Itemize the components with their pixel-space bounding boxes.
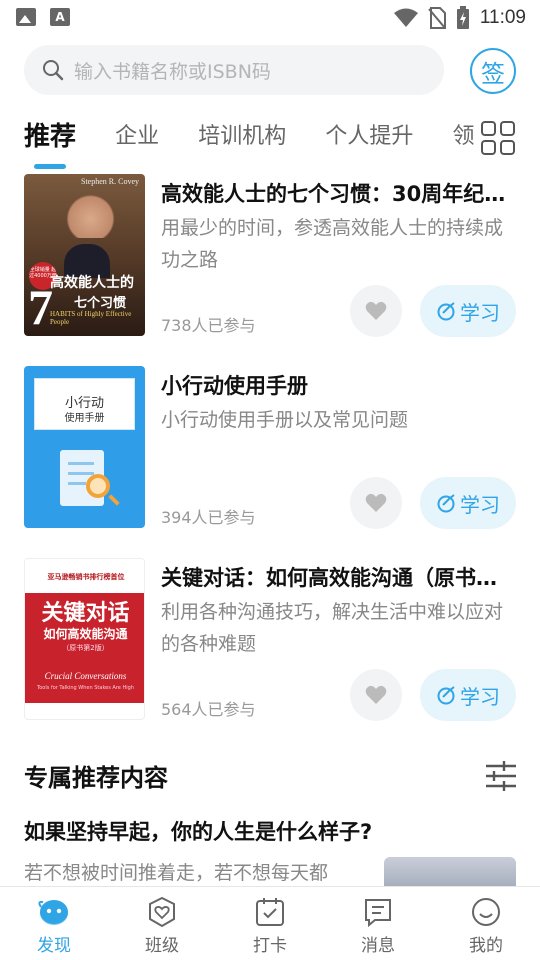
like-button[interactable] [350,669,402,721]
book-cover-7-habits[interactable]: Stephen R. Covey 全球销量 超过4000万册 7 高效能人士的 … [24,174,145,336]
course-title: 高效能人士的七个习惯：30周年纪念版 [161,182,516,206]
learn-icon [437,686,455,705]
course-title: 关键对话：如何高效能沟通（原书第2版） [161,566,516,590]
tab-indicator [34,164,66,169]
filter-sliders-icon [486,761,516,791]
nav-label: 我的 [469,936,503,956]
nav-label: 班级 [145,936,179,956]
tab-training[interactable]: 培训机构 [198,112,286,162]
like-button[interactable] [350,477,402,529]
nav-checkin[interactable]: 打卡 [216,887,324,960]
filter-button[interactable] [484,760,518,792]
category-tabs: 推荐 企业 培训机构 个人提升 领 [24,112,480,162]
app-notification-icon: A [50,8,70,26]
image-notification-icon [16,8,36,26]
book-cover-crucial-conversations[interactable]: 亚马逊畅销书排行榜首位 关键对话 如何高效能沟通 （原书第2版） Crucial… [24,558,145,720]
wifi-icon [393,8,418,27]
learn-button[interactable]: 学习 [420,477,516,529]
course-title: 小行动使用手册 [161,374,308,398]
search-icon [43,60,64,81]
tab-enterprise[interactable]: 企业 [115,112,159,162]
bottom-nav: 发现 班级 打卡 消息 我的 [0,886,540,960]
learn-icon [437,302,455,321]
course-participants: 564人已参与 [161,700,256,719]
course-participants: 394人已参与 [161,508,256,527]
learn-label: 学习 [460,684,500,709]
course-desc: 利用各种沟通技巧，解决生活中难以应对的各种难题 [161,601,504,655]
nav-message[interactable]: 消息 [324,887,432,960]
clock: 11:09 [479,7,526,28]
book-cover-action-manual[interactable]: 小行动 使用手册 [24,366,145,528]
nav-class[interactable]: 班级 [108,887,216,960]
nav-label: 消息 [361,936,395,956]
tab-more[interactable]: 领 [452,112,474,162]
article-title[interactable]: 如果坚持早起，你的人生是什么样子? [24,816,372,846]
course-item[interactable]: 亚马逊畅销书排行榜首位 关键对话 如何高效能沟通 （原书第2版） Crucial… [24,558,516,721]
course-desc: 用最少的时间，参透高效能人士的持续成功之路 [161,217,504,271]
status-bar: A 11:09 [0,0,540,36]
battery-charging-icon [456,6,469,29]
learn-label: 学习 [460,492,500,517]
tab-recommend[interactable]: 推荐 [24,112,76,162]
nav-profile[interactable]: 我的 [432,887,540,960]
search-input[interactable]: 输入书籍名称或ISBN码 [24,45,444,95]
nav-label: 打卡 [253,936,287,956]
course-item[interactable]: Stephen R. Covey 全球销量 超过4000万册 7 高效能人士的 … [24,174,516,337]
course-participants: 738人已参与 [161,316,256,335]
discover-icon [38,900,68,925]
profile-icon [472,898,500,926]
course-desc: 小行动使用手册以及常见问题 [161,409,409,431]
course-item[interactable]: 小行动 使用手册 小行动使用手册 小行动使用手册以及常见问题 394人已参与 学… [24,366,516,529]
heart-icon [365,685,387,704]
class-icon [149,896,175,928]
grid-icon [481,121,515,155]
tab-personal[interactable]: 个人提升 [325,112,413,162]
nav-discover[interactable]: 发现 [0,887,108,960]
checkin-icon [256,898,284,926]
search-placeholder: 输入书籍名称或ISBN码 [74,60,271,83]
article-desc: 若不想被时间推着走，若不想每天都 [24,862,329,884]
section-title: 专属推荐内容 [24,764,168,792]
heart-icon [365,301,387,320]
learn-icon [437,494,455,513]
no-sim-icon [428,7,446,29]
learn-label: 学习 [460,300,500,325]
sign-in-button[interactable]: 签 [470,48,516,94]
nav-label: 发现 [37,936,71,956]
learn-button[interactable]: 学习 [420,285,516,337]
sign-in-label: 签 [481,59,505,88]
message-icon [365,899,391,928]
learn-button[interactable]: 学习 [420,669,516,721]
like-button[interactable] [350,285,402,337]
heart-icon [365,493,387,512]
all-categories-button[interactable] [480,120,516,156]
